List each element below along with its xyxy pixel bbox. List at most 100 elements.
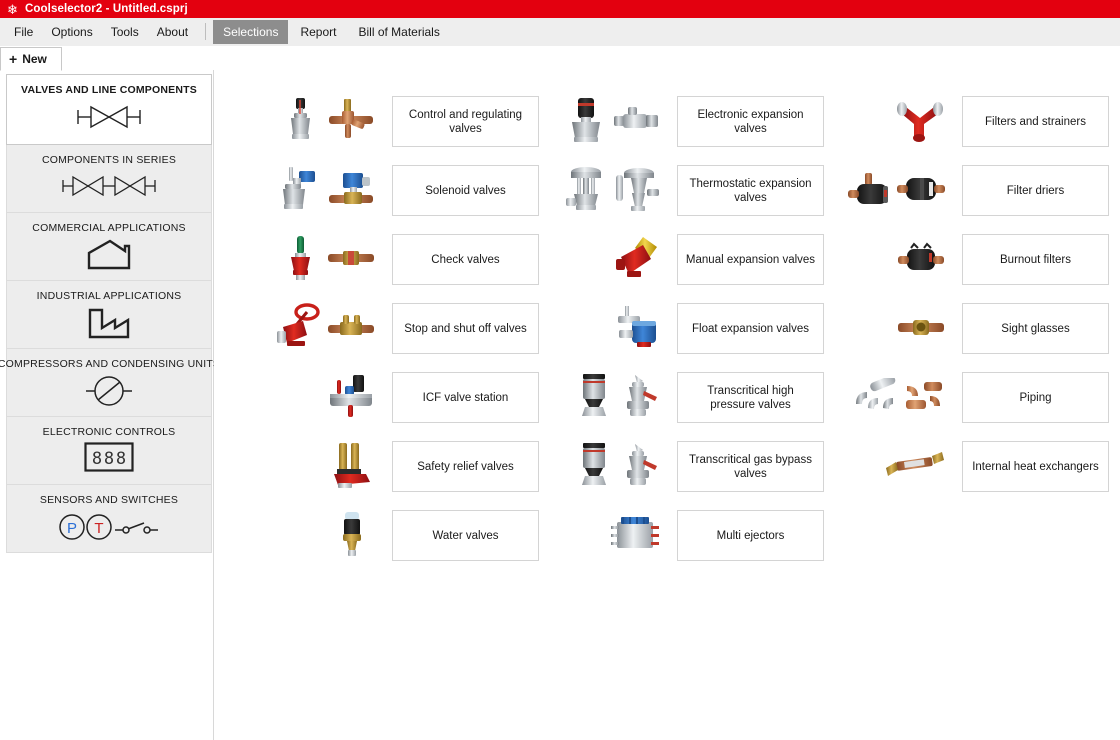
category-button[interactable]: Electronic expansion valves (677, 96, 824, 147)
category-button[interactable]: Filters and strainers (962, 96, 1109, 147)
sidebar-item-label: ELECTRONIC CONTROLS (42, 426, 176, 438)
category-button[interactable]: Manual expansion valves (677, 234, 824, 285)
product-thumbnails (260, 372, 376, 423)
snowflake-icon: ❄ (7, 1, 18, 17)
product-thumbnails (830, 372, 946, 423)
tab-new-label: New (22, 52, 47, 66)
catalog-row: Electronic expansion valves (545, 96, 824, 147)
transcritical-hp-valve-photo (617, 373, 661, 422)
menu-item-about[interactable]: About (149, 21, 196, 43)
catalog-column-1: Control and regulating valves Solenoid va… (260, 96, 539, 579)
category-button[interactable]: Sight glasses (962, 303, 1109, 354)
shop-building-icon (86, 238, 132, 271)
product-thumbnails (830, 303, 946, 354)
icf-valve-station-photo (326, 372, 376, 423)
sidebar-item-sensors-and-switches[interactable]: SENSORS AND SWITCHES P T (6, 485, 212, 553)
category-button[interactable]: Float expansion valves (677, 303, 824, 354)
industrial-solenoid-valve-photo (279, 165, 323, 216)
small-electronic-expansion-valve-photo (611, 100, 661, 143)
menu-bar: File Options Tools About Selections Repo… (0, 18, 1120, 46)
menu-item-selections[interactable]: Selections (213, 19, 289, 44)
product-thumbnails (545, 96, 661, 147)
sidebar-item-label: COMPRESSORS AND CONDENSING UNITS (0, 358, 221, 370)
sidebar-item-valves-and-line-components[interactable]: VALVES AND LINE COMPONENTS (6, 74, 212, 145)
menu-item-report[interactable]: Report (290, 20, 346, 44)
sidebar-item-components-in-series[interactable]: COMPONENTS IN SERIES (6, 145, 212, 213)
sidebar-item-label: COMMERCIAL APPLICATIONS (32, 222, 186, 234)
sidebar-item-commercial-applications[interactable]: COMMERCIAL APPLICATIONS (6, 213, 212, 281)
category-sidebar: VALVES AND LINE COMPONENTS COMPONENTS IN … (0, 74, 220, 553)
category-button[interactable]: Multi ejectors (677, 510, 824, 561)
product-thumbnails (260, 510, 376, 561)
catalog-column-3: Filters and strainers Filter driers Burnou… (830, 96, 1109, 510)
sidebar-item-electronic-controls[interactable]: ELECTRONIC CONTROLS 8 8 8 (6, 417, 212, 485)
icv-regulating-valve-photo (279, 96, 323, 147)
angled-filter-drier-photo (847, 170, 893, 211)
copper-line-valve-photo (326, 96, 376, 147)
product-thumbnails (545, 165, 661, 216)
catalog-column-2: Electronic expansion valves Thermostatic … (545, 96, 824, 579)
catalog-row: Filters and strainers (830, 96, 1109, 147)
category-button[interactable]: Transcritical gas bypass valves (677, 441, 824, 492)
catalog-row: Manual expansion valves (545, 234, 824, 285)
menu-item-file[interactable]: File (6, 21, 41, 43)
product-thumbnails (545, 303, 661, 354)
sidebar-item-label: VALVES AND LINE COMPONENTS (21, 84, 197, 96)
sidebar-item-industrial-applications[interactable]: INDUSTRIAL APPLICATIONS (6, 281, 212, 349)
tab-new[interactable]: + New (0, 47, 62, 71)
tab-strip: + New (0, 46, 1120, 71)
product-thumbnails (830, 96, 946, 147)
category-button[interactable]: Internal heat exchangers (962, 441, 1109, 492)
menu-item-tools[interactable]: Tools (103, 21, 147, 43)
category-button[interactable]: Control and regulating valves (392, 96, 539, 147)
menu-item-bill-of-materials[interactable]: Bill of Materials (348, 20, 449, 44)
category-button[interactable]: Thermostatic expansion valves (677, 165, 824, 216)
category-button[interactable]: ICF valve station (392, 372, 539, 423)
category-button[interactable]: Burnout filters (962, 234, 1109, 285)
factory-icon (87, 306, 131, 340)
catalog-row: Multi ejectors (545, 510, 824, 561)
sidebar-item-label: COMPONENTS IN SERIES (41, 154, 177, 166)
category-button[interactable]: Check valves (392, 234, 539, 285)
product-thumbnails (260, 234, 376, 285)
water-regulating-valve-photo (330, 510, 376, 561)
category-button[interactable]: Safety relief valves (392, 441, 539, 492)
svg-text:8: 8 (103, 449, 113, 469)
electronic-expansion-valve-photo (564, 96, 608, 147)
category-button[interactable]: Transcritical high pressure valves (677, 372, 824, 423)
product-thumbnails (260, 96, 376, 147)
category-button[interactable]: Stop and shut off valves (392, 303, 539, 354)
green-red-check-valve-photo (279, 234, 323, 285)
catalog-grid: Control and regulating valves Solenoid va… (214, 70, 1120, 740)
copper-inline-check-valve-photo (326, 238, 376, 281)
catalog-row: Burnout filters (830, 234, 1109, 285)
brass-shutoff-valve-photo (326, 308, 376, 349)
product-thumbnails (545, 234, 661, 285)
transcritical-actuator-valve-photo (574, 441, 614, 492)
catalog-row: Safety relief valves (260, 441, 539, 492)
svg-text:T: T (94, 520, 103, 537)
category-button[interactable]: Solenoid valves (392, 165, 539, 216)
catalog-row: Sight glasses (830, 303, 1109, 354)
multi-ejector-module-photo (609, 514, 661, 557)
catalog-row: Internal heat exchangers (830, 441, 1109, 492)
dual-safety-relief-valve-photo (326, 441, 376, 493)
sidebar-item-compressors-and-condensing-units[interactable]: COMPRESSORS AND CONDENSING UNITS (0, 349, 220, 417)
transcritical-actuator-valve-photo (574, 372, 614, 423)
catalog-row: Thermostatic expansion valves (545, 165, 824, 216)
product-thumbnails (260, 441, 376, 492)
thermostatic-expansion-valve-photo (611, 165, 661, 216)
catalog-row: Float expansion valves (545, 303, 824, 354)
category-button[interactable]: Filter driers (962, 165, 1109, 216)
catalog-row: Solenoid valves (260, 165, 539, 216)
seven-segment-display-icon: 888 (83, 442, 135, 473)
category-button[interactable]: Water valves (392, 510, 539, 561)
sidebar-item-label: INDUSTRIAL APPLICATIONS (36, 290, 182, 302)
inline-filter-drier-photo (896, 170, 946, 211)
menu-item-options[interactable]: Options (43, 21, 100, 43)
product-thumbnails (545, 441, 661, 492)
steel-pipe-fittings-photo (853, 375, 899, 417)
red-y-strainer-photo (894, 96, 946, 147)
category-button[interactable]: Piping (962, 372, 1109, 423)
catalog-row: Stop and shut off valves (260, 303, 539, 354)
